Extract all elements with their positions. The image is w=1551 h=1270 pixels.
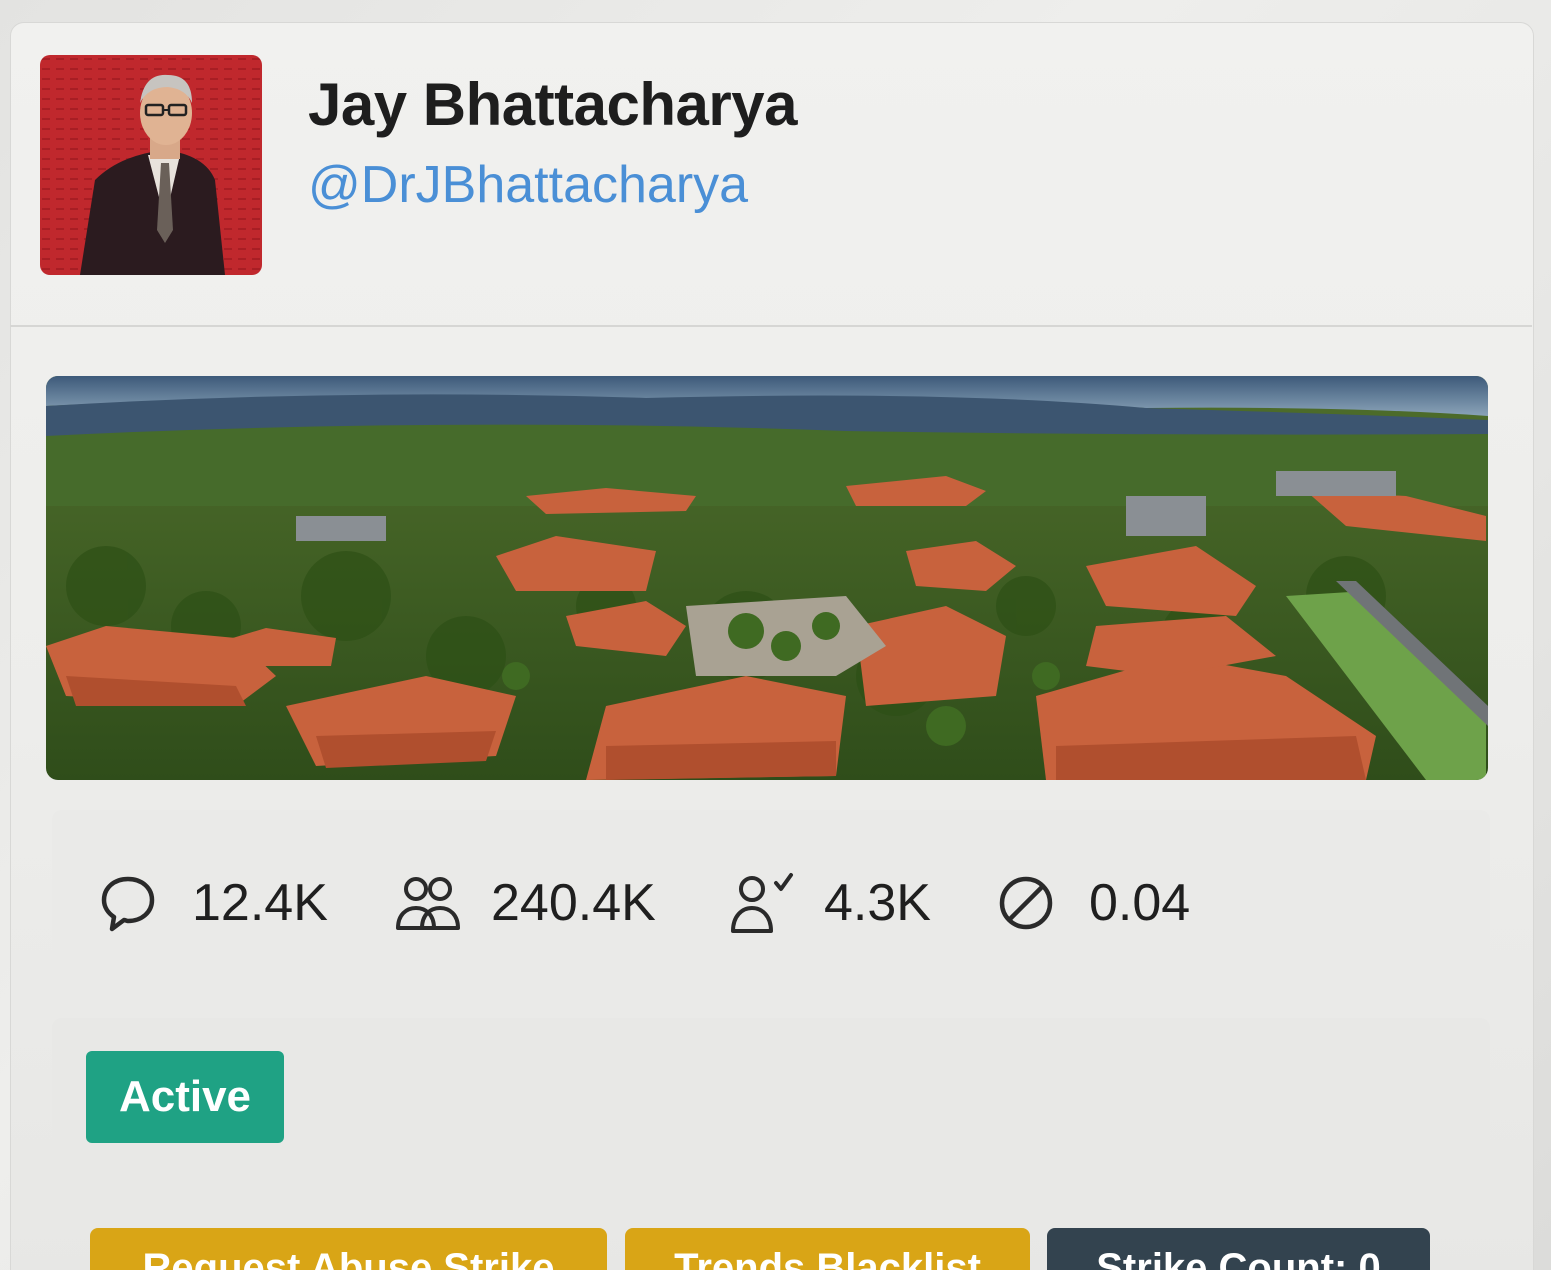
stat-following: 4.3K xyxy=(730,867,931,939)
profile-display-name: Jay Bhattacharya xyxy=(308,71,797,138)
screen-photo: Jay Bhattacharya @DrJBhattacharya 12.4K … xyxy=(0,0,1551,1270)
following-icon xyxy=(731,873,793,933)
followers-icon xyxy=(396,877,460,930)
ratio-icon xyxy=(999,876,1053,930)
stat-ratio: 0.04 xyxy=(997,867,1190,939)
avatar-image xyxy=(40,55,262,275)
header-divider xyxy=(10,325,1532,327)
profile-avatar[interactable] xyxy=(40,55,262,275)
stat-following-value: 4.3K xyxy=(824,874,931,932)
banner-image xyxy=(46,376,1488,780)
profile-handle-link[interactable]: @DrJBhattacharya xyxy=(308,155,748,215)
stat-ratio-value: 0.04 xyxy=(1089,874,1191,932)
status-badge: Active xyxy=(86,1051,284,1143)
stat-comments-value: 12.4K xyxy=(192,874,328,932)
strike-count-badge: Strike Count: 0 xyxy=(1047,1228,1430,1270)
comment-icon xyxy=(101,876,155,932)
stat-followers: 240.4K xyxy=(395,867,656,939)
stat-followers-value: 240.4K xyxy=(491,874,656,932)
profile-banner xyxy=(46,376,1488,780)
stat-comments: 12.4K xyxy=(100,867,328,939)
trends-blacklist-button[interactable]: Trends Blacklist xyxy=(625,1228,1030,1270)
request-abuse-strike-button[interactable]: Request Abuse Strike xyxy=(90,1228,607,1270)
